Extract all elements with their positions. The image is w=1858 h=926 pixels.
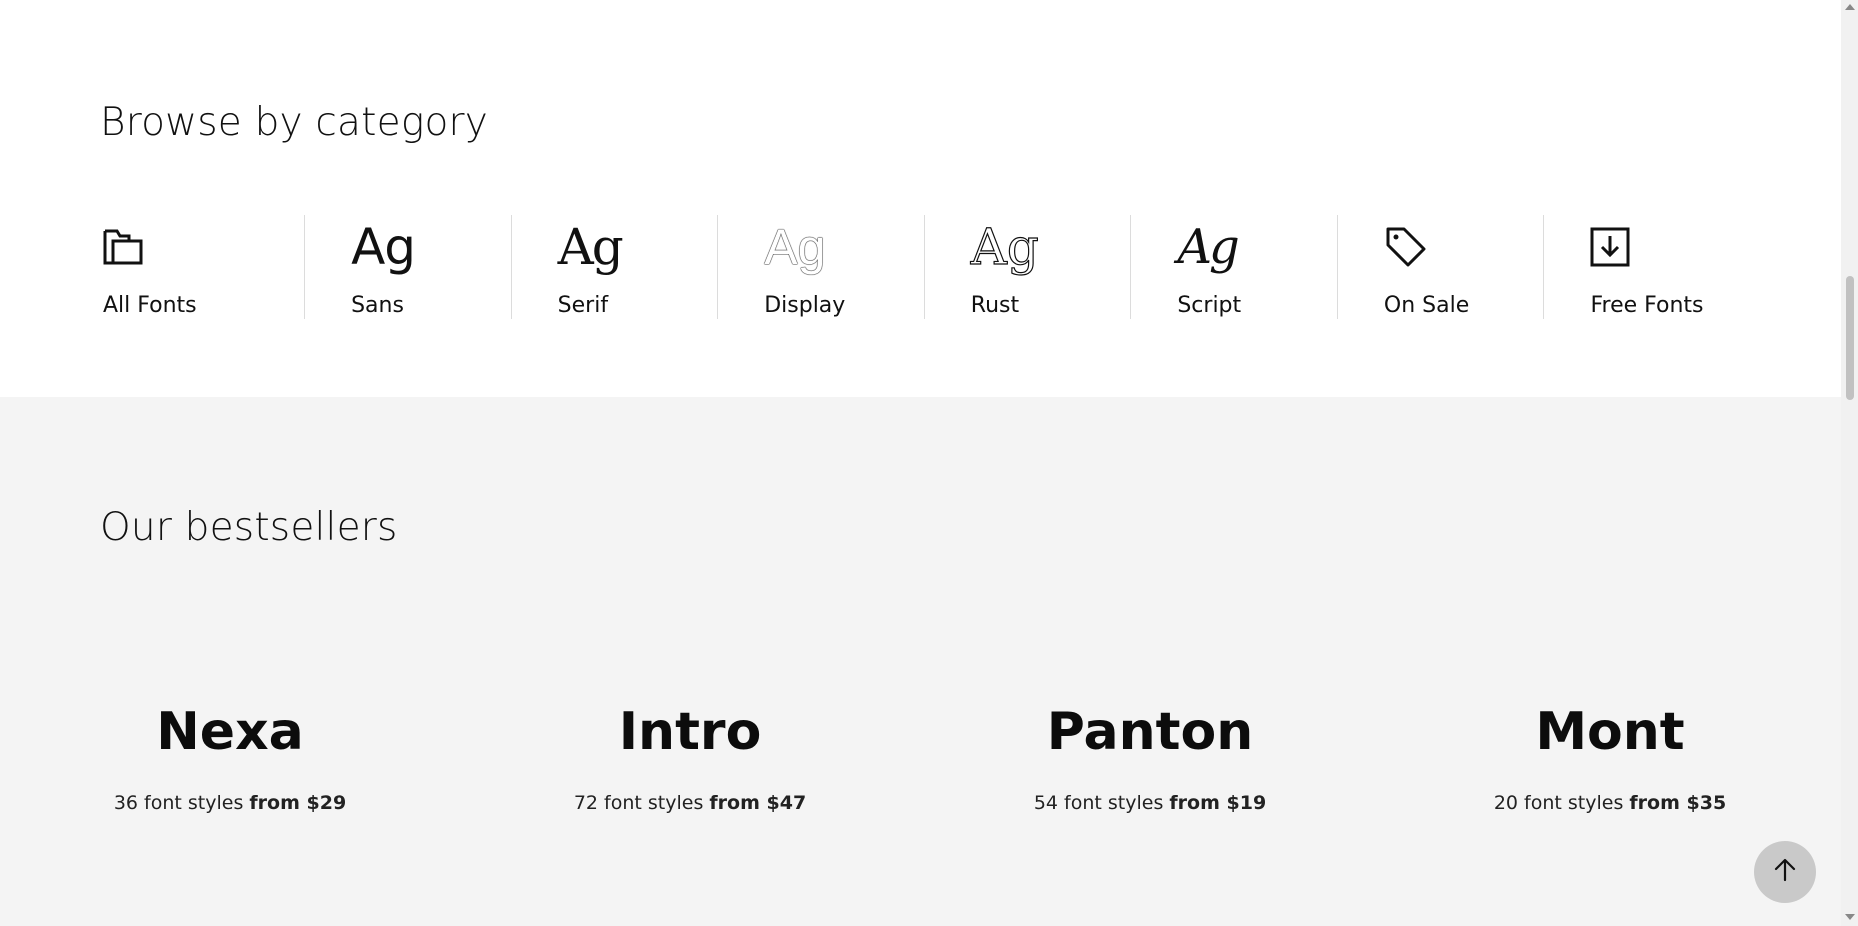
display-glyph: Ag: [764, 219, 826, 275]
page: Browse by category All Fonts Ag Sans Ag …: [0, 0, 1841, 926]
category-all-fonts[interactable]: All Fonts: [100, 215, 304, 319]
browse-by-category-section: Browse by category All Fonts Ag Sans Ag …: [0, 0, 1841, 397]
scroll-to-top-button[interactable]: [1754, 841, 1816, 903]
scrollbar-thumb[interactable]: [1846, 276, 1854, 400]
font-meta: 72 font styles from $47: [560, 792, 820, 814]
font-price: from $19: [1169, 792, 1267, 814]
scroll-down-arrow-icon[interactable]: [1845, 914, 1855, 920]
category-label: Display: [764, 293, 846, 318]
category-label: On Sale: [1383, 293, 1470, 318]
category-list: All Fonts Ag Sans Ag Serif Ag Display Ag…: [100, 215, 1750, 319]
category-script[interactable]: Ag Script: [1130, 215, 1337, 319]
scroll-up-arrow-icon[interactable]: [1845, 4, 1855, 10]
folder-icon: [103, 222, 143, 272]
bestsellers-section: [0, 397, 1841, 926]
section-title: Our bestsellers: [100, 505, 398, 550]
font-name: Mont: [1535, 702, 1685, 762]
font-meta: 54 font styles from $19: [1020, 792, 1280, 814]
font-card-panton[interactable]: Panton 54 font styles from $19: [1020, 700, 1280, 814]
font-price: from $47: [709, 792, 807, 814]
category-label: Serif: [557, 293, 609, 318]
font-card-mont[interactable]: Mont 20 font styles from $35: [1480, 700, 1740, 814]
font-name: Intro: [618, 702, 762, 762]
category-label: All Fonts: [103, 293, 197, 318]
category-sans[interactable]: Ag Sans: [304, 215, 511, 319]
section-title: Browse by category: [100, 100, 489, 145]
font-styles-count: 36 font styles: [113, 792, 244, 814]
font-name: Panton: [1046, 702, 1254, 762]
category-label: Rust: [970, 293, 1020, 318]
font-styles-count: 54 font styles: [1033, 792, 1164, 814]
category-rust[interactable]: Ag Rust: [923, 215, 1131, 319]
font-meta: 36 font styles from $29: [100, 792, 360, 814]
font-price: from $35: [1629, 792, 1727, 814]
serif-glyph: Ag: [557, 218, 624, 276]
category-on-sale[interactable]: On Sale: [1336, 215, 1544, 319]
font-styles-count: 20 font styles: [1493, 792, 1624, 814]
rust-glyph: Ag: [970, 218, 1039, 276]
font-card-intro[interactable]: Intro 72 font styles from $47: [560, 700, 820, 814]
vertical-scrollbar[interactable]: [1841, 0, 1858, 926]
font-price: from $29: [249, 792, 347, 814]
arrow-up-icon: [1772, 857, 1798, 887]
download-icon: [1590, 222, 1630, 272]
sans-glyph: Ag: [351, 218, 416, 276]
font-name: Nexa: [156, 702, 304, 762]
script-glyph: Ag: [1177, 219, 1239, 275]
category-serif[interactable]: Ag Serif: [510, 215, 718, 319]
tag-icon: [1384, 222, 1428, 272]
category-free-fonts[interactable]: Free Fonts: [1543, 215, 1750, 319]
bestsellers-list: Nexa 36 font styles from $29 Intro 72 fo…: [100, 700, 1740, 840]
category-label: Script: [1177, 293, 1242, 318]
font-card-nexa[interactable]: Nexa 36 font styles from $29: [100, 700, 360, 814]
category-label: Free Fonts: [1590, 293, 1704, 318]
category-display[interactable]: Ag Display: [717, 215, 924, 319]
font-styles-count: 72 font styles: [573, 792, 704, 814]
category-label: Sans: [351, 293, 404, 318]
font-meta: 20 font styles from $35: [1480, 792, 1740, 814]
